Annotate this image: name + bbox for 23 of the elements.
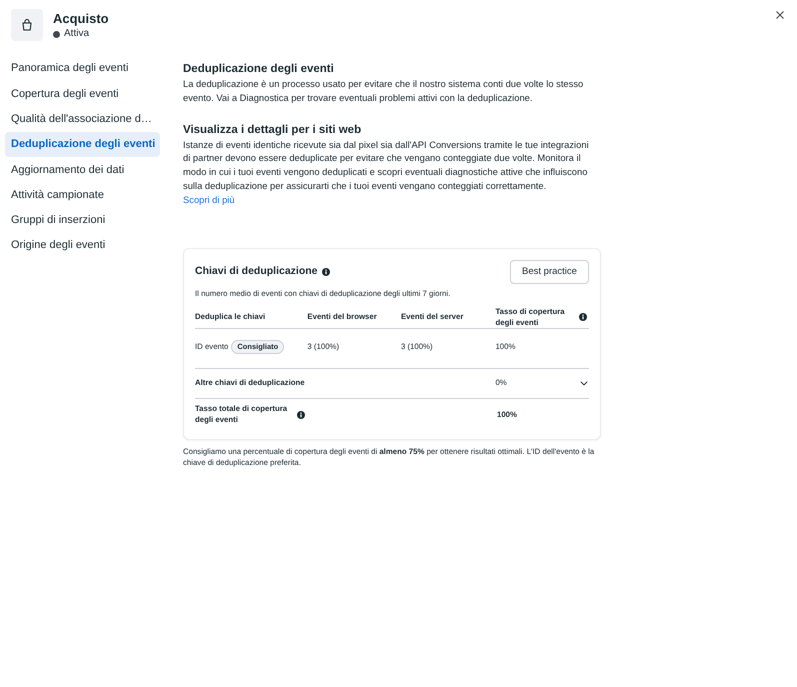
status-text: Attiva: [64, 28, 90, 40]
info-icon[interactable]: [322, 268, 330, 276]
shopping-bag-icon: [11, 9, 43, 41]
info-icon[interactable]: [297, 410, 305, 419]
section-heading: Deduplicazione degli eventi: [183, 62, 335, 77]
sidebar-item[interactable]: Attività campionate: [5, 182, 160, 208]
section-text: Istanze di eventi identiche ricevute sia dal pixel sia dall'API Conversions tramite le tue integrazioni di partner devono essere deduplicate per evitare che vengano conteggiate due volte. Monitora il modo in cui i tuoi eventi vengono deduplicati e scopri eventuali diagnostiche attive che influiscono sulla deduplicazione per assicurarti che i tuoi eventi vengano conteggiati correttamente.: [183, 138, 590, 193]
best-practice-button[interactable]: Best practice: [510, 260, 589, 284]
section-heading: Visualizza i dettagli per i siti web: [183, 122, 362, 138]
chevron-down-icon[interactable]: [580, 380, 588, 386]
section-text: La deduplicazione è un processo usato per evitare che il nostro sistema conti due volte lo stesso evento. Vai a Diagnostica per trovare eventuali problemi attivi con la deduplicazione.: [183, 77, 584, 105]
sidebar-item[interactable]: Panoramica degli eventi: [5, 56, 160, 82]
close-icon[interactable]: [776, 11, 784, 19]
sidebar-item[interactable]: Origine degli eventi: [5, 233, 160, 258]
sidebar-item[interactable]: Qualità dell'associazione d…: [5, 106, 160, 132]
sidebar-item[interactable]: Deduplicazione degli eventi: [5, 132, 160, 158]
info-icon[interactable]: [579, 312, 587, 321]
card-title: Chiavi di deduplicazione: [195, 264, 318, 279]
learn-more-link[interactable]: Scopri di più: [183, 192, 235, 206]
sidebar-item[interactable]: Copertura degli eventi: [5, 81, 160, 107]
sidebar-item[interactable]: Aggiornamento dei dati: [5, 157, 160, 182]
sidebar-item[interactable]: Gruppi di inserzioni: [5, 208, 160, 234]
page-title: Acquisto: [53, 11, 109, 27]
